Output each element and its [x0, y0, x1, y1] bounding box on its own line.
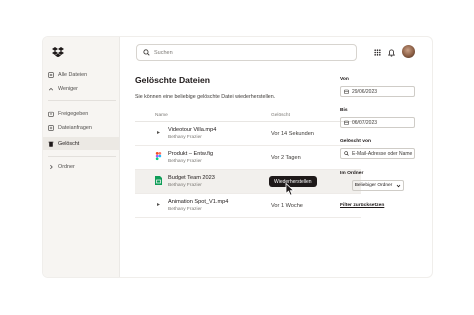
sidebar-item-label: Ordner	[58, 163, 75, 170]
to-date-field[interactable]: 06/07/2023	[340, 117, 415, 128]
page-subtitle: Sie können eine beliebige gelöschte Date…	[135, 94, 276, 100]
chevron-right-icon	[48, 164, 54, 170]
search-icon	[344, 151, 349, 156]
reset-filters-link[interactable]: Filter zurücksetzen	[340, 203, 384, 208]
calendar-icon	[344, 89, 349, 94]
sidebar-item-folders[interactable]: Ordner	[43, 160, 119, 173]
sidebar: Alle Dateien Weniger Freigegeben Dateian…	[43, 37, 120, 277]
deleted-by-label: Gelöscht von	[340, 139, 371, 144]
search-input[interactable]: Suchen	[136, 44, 357, 61]
file-deleted-by: Bethany Frazier	[168, 135, 202, 140]
table-row[interactable]: Produkt – Entw.fig Bethany Frazier Vor 2…	[135, 146, 361, 170]
sidebar-item-label: Dateianfragen	[58, 124, 92, 131]
search-icon	[143, 49, 150, 56]
file-deleted-by: Bethany Frazier	[168, 207, 202, 212]
file-name: Budget Team 2023	[168, 175, 215, 181]
table-row[interactable]: Animation Spot_V1.mp4 Bethany Frazier Vo…	[135, 194, 361, 218]
files-icon	[48, 71, 54, 78]
file-deleted-by: Bethany Frazier	[168, 159, 202, 164]
file-name: Animation Spot_V1.mp4	[168, 199, 229, 205]
file-request-icon	[48, 124, 54, 131]
sidebar-item-label: Freigegeben	[58, 110, 89, 117]
table-row[interactable]: Budget Team 2023 Bethany Frazier Wiederh…	[135, 170, 361, 196]
from-label: Von	[340, 77, 349, 82]
file-deleted-time: Vor 2 Tagen	[271, 155, 301, 161]
file-name: Videotour Villa.mp4	[168, 127, 217, 133]
bell-icon[interactable]	[385, 46, 398, 59]
spreadsheet-file-icon	[155, 176, 162, 185]
file-deleted-time: Vor 14 Sekunden	[271, 131, 314, 137]
folder-select[interactable]: Beliebiger Ordner	[352, 180, 404, 191]
app-window: Alle Dateien Weniger Freigegeben Dateian…	[43, 37, 432, 277]
search-placeholder: Suchen	[154, 49, 173, 56]
column-header-name[interactable]: Name	[155, 113, 168, 118]
deleted-by-placeholder: E-Mail-Adresse oder Name	[352, 150, 413, 157]
table-header: Name Gelöscht	[135, 110, 361, 122]
sidebar-item-file-requests[interactable]: Dateianfragen	[43, 121, 119, 134]
sidebar-item-less[interactable]: Weniger	[43, 82, 119, 95]
file-deleted-time: Vor 1 Woche	[271, 203, 303, 209]
chevron-down-icon	[396, 184, 401, 188]
figma-file-icon	[155, 152, 162, 161]
video-file-icon	[157, 203, 160, 206]
sidebar-item-all-files[interactable]: Alle Dateien	[43, 68, 119, 81]
sidebar-divider	[48, 100, 116, 101]
from-date-value: 29/06/2023	[352, 88, 378, 95]
file-deleted-by: Bethany Frazier	[168, 183, 202, 188]
column-header-deleted[interactable]: Gelöscht	[271, 113, 290, 118]
sidebar-item-label: Gelöscht	[58, 140, 80, 147]
folder-label: Im Ordner	[340, 171, 364, 176]
sidebar-item-deleted[interactable]: Gelöscht	[43, 137, 119, 150]
from-date-field[interactable]: 29/06/2023	[340, 86, 415, 97]
avatar[interactable]	[402, 45, 415, 58]
sidebar-item-label: Weniger	[58, 85, 78, 92]
to-label: Bis	[340, 108, 348, 113]
calendar-icon	[344, 120, 349, 125]
video-file-icon	[157, 131, 160, 134]
apps-grid-icon[interactable]	[371, 46, 384, 59]
chevron-up-icon	[48, 86, 54, 92]
trash-icon	[48, 141, 54, 147]
sidebar-divider	[48, 156, 116, 157]
deleted-by-field[interactable]: E-Mail-Adresse oder Name	[340, 148, 415, 159]
sidebar-item-label: Alle Dateien	[58, 71, 88, 78]
page-title: Gelöschte Dateien	[135, 75, 210, 85]
share-icon	[48, 111, 54, 117]
folder-select-value: Beliebiger Ordner	[354, 183, 393, 188]
table-row[interactable]: Videotour Villa.mp4 Bethany Frazier Vor …	[135, 122, 361, 146]
sidebar-item-shared[interactable]: Freigegeben	[43, 107, 119, 120]
file-name: Produkt – Entw.fig	[168, 151, 214, 157]
to-date-value: 06/07/2023	[352, 119, 378, 126]
dropbox-logo-icon[interactable]	[52, 47, 64, 57]
